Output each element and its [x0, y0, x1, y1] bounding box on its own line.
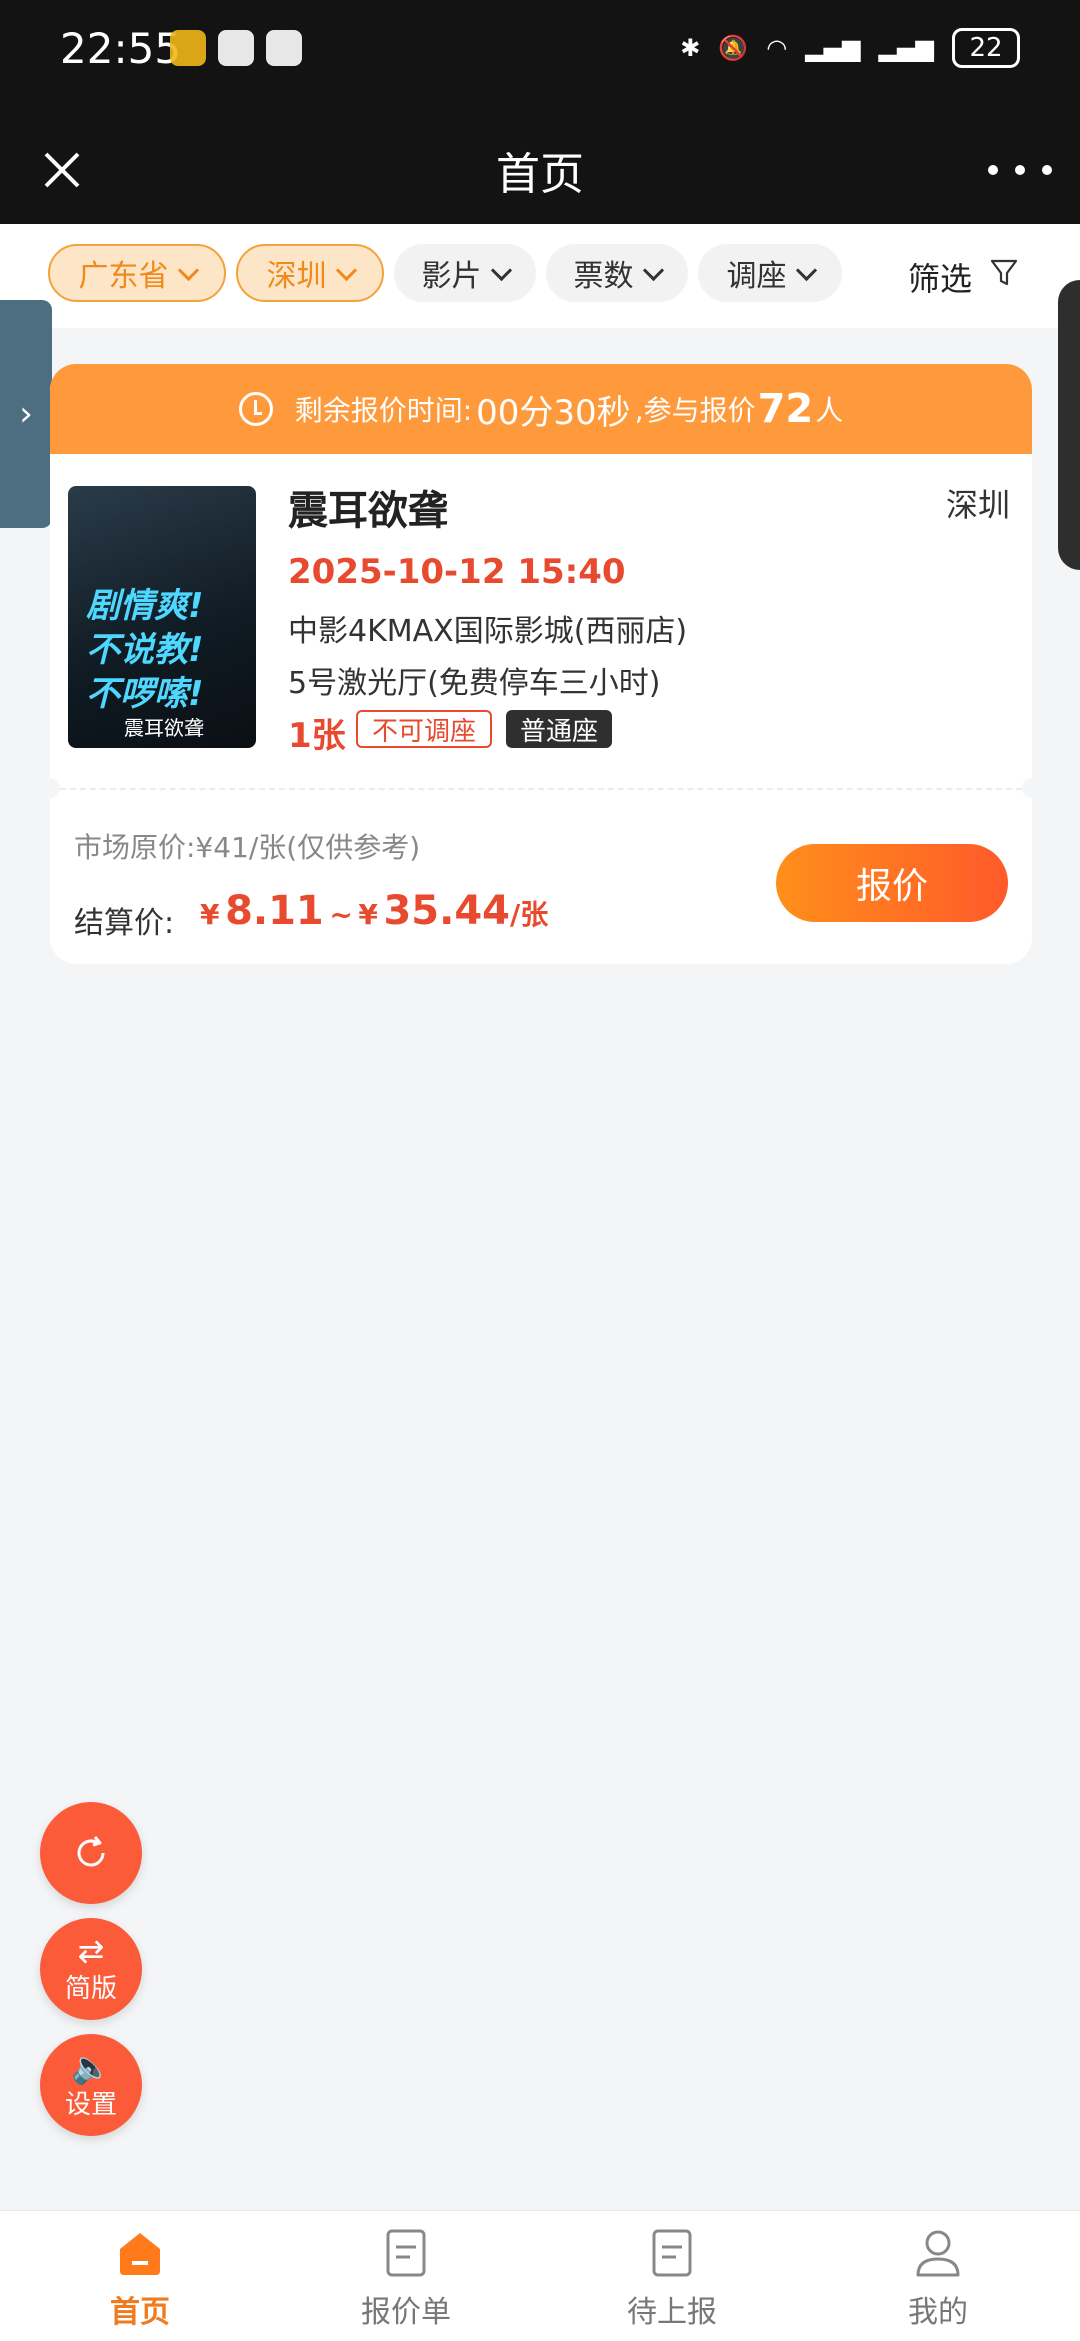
- nav-quotes[interactable]: 报价单: [306, 2227, 506, 2331]
- nav-mine[interactable]: 我的: [838, 2227, 1038, 2331]
- hall-name: 5号激光厅(免费停车三小时): [288, 666, 661, 701]
- chevron-down-icon: [795, 259, 817, 281]
- battery-icon: 22: [952, 28, 1020, 68]
- countdown-suffix: 人: [815, 394, 844, 427]
- quote-button[interactable]: 报价: [776, 844, 1008, 922]
- countdown-middle: ,参与报价: [634, 394, 756, 427]
- chevron-down-icon: [335, 259, 357, 281]
- cinema-name: 中影4KMAX国际影城(西丽店): [288, 614, 688, 649]
- movie-poster: 剧情爽! 不说教! 不啰嗦! 震耳欲聋: [68, 486, 256, 748]
- status-notification-icons: [170, 30, 302, 66]
- participant-count: 72: [757, 386, 814, 432]
- filter-city-label: 深圳: [266, 259, 327, 294]
- filter-movie-label: 影片: [421, 259, 482, 294]
- clock-icon: [238, 392, 273, 426]
- ticket-notch-right: [1022, 778, 1032, 798]
- countdown-prefix: 剩余报价时间:: [294, 394, 473, 427]
- show-datetime: 2025-10-12 15:40: [288, 552, 626, 592]
- filter-button[interactable]: 筛选: [908, 254, 972, 300]
- poster-line-3: 不啰嗦!: [86, 674, 204, 714]
- chevron-down-icon: [642, 259, 664, 281]
- app-notification-icon: [170, 30, 206, 66]
- right-edge-handle[interactable]: [1058, 280, 1080, 570]
- countdown-time: 00分30秒: [476, 392, 631, 433]
- no-seat-adjust-tag: 不可调座: [356, 710, 493, 748]
- nav-home[interactable]: 首页: [40, 2227, 240, 2331]
- filter-province[interactable]: 广东省: [48, 244, 226, 302]
- filter-city[interactable]: 深圳: [236, 244, 384, 302]
- filter-ticket-count-label: 票数: [573, 259, 634, 294]
- status-system-icons: ✱ 🔕 ◠ ▂▄▆ ▂▄▆ 22: [680, 28, 1020, 68]
- currency-symbol: ¥: [200, 898, 220, 931]
- filter-province-label: 广东省: [78, 259, 169, 294]
- ticket-notch-left: [50, 778, 60, 798]
- side-expand-tab[interactable]: ›: [0, 300, 52, 528]
- swap-icon: ⇄: [77, 1931, 105, 1970]
- bluetooth-icon: ✱: [680, 34, 701, 62]
- poster-line-2: 不说教!: [86, 630, 204, 670]
- filter-bar: 广东省 深圳 影片 票数 调座 筛选: [0, 224, 1080, 328]
- settle-max: 35.44: [383, 888, 510, 934]
- nav-home-label: 首页: [110, 2295, 170, 2330]
- settle-price-label: 结算价:: [74, 906, 175, 941]
- document-icon: [652, 2229, 692, 2277]
- filter-ticket-count[interactable]: 票数: [546, 244, 688, 302]
- chevron-right-icon: ›: [19, 394, 33, 434]
- mute-icon: 🔕: [718, 34, 749, 62]
- range-tilde: ~: [329, 898, 353, 931]
- title-bar: 首页: [0, 120, 1080, 224]
- currency-symbol: ¥: [358, 898, 378, 931]
- quote-card: 剩余报价时间: 00分30秒 ,参与报价 72 人 剧情爽! 不说教! 不啰嗦!…: [50, 364, 1032, 964]
- ticket-count: 1张: [288, 716, 346, 756]
- settle-price-range: ¥ 8.11 ~ ¥ 35.44/张: [200, 888, 548, 934]
- seat-type-tag: 普通座: [506, 710, 613, 748]
- settle-unit: /张: [509, 898, 549, 931]
- alarm-icon: [266, 30, 302, 66]
- nav-pending[interactable]: 待上报: [572, 2227, 772, 2331]
- document-icon: [386, 2229, 426, 2277]
- wifi-icon: ◠: [766, 34, 788, 62]
- nav-pending-label: 待上报: [627, 2295, 717, 2330]
- poster-tagline: 剧情爽! 不说教! 不啰嗦!: [86, 584, 204, 716]
- refresh-button[interactable]: [40, 1802, 142, 1904]
- filter-seat-adjust[interactable]: 调座: [698, 244, 842, 302]
- signal-4g-icon: ▂▄▆: [805, 34, 861, 62]
- poster-title: 震耳欲聋: [124, 716, 204, 740]
- page-title: 首页: [496, 149, 584, 200]
- speaker-icon: 🔈: [71, 2047, 111, 2086]
- movie-city: 深圳: [945, 486, 1010, 524]
- movie-title: 震耳欲聋: [288, 488, 448, 534]
- simple-mode-label: 简版: [64, 1973, 117, 2004]
- nav-quotes-label: 报价单: [361, 2295, 451, 2330]
- refresh-icon: [77, 1836, 105, 1867]
- funnel-icon[interactable]: [990, 258, 1018, 288]
- more-menu-icon[interactable]: [988, 146, 1052, 194]
- poster-line-1: 剧情爽!: [86, 586, 204, 626]
- signal-4g-icon-2: ▂▄▆: [878, 34, 934, 62]
- filter-movie[interactable]: 影片: [394, 244, 536, 302]
- market-price: 市场原价:¥41/张(仅供参考): [74, 831, 421, 864]
- chevron-down-icon: [177, 259, 199, 281]
- simple-mode-button[interactable]: ⇄ 简版: [40, 1918, 142, 2020]
- bottom-nav: 首页 报价单 待上报 我的: [0, 2210, 1080, 2341]
- settings-button[interactable]: 🔈 设置: [40, 2034, 142, 2136]
- nfc-icon: [218, 30, 254, 66]
- settle-min: 8.11: [225, 888, 324, 934]
- user-icon: [916, 2230, 960, 2277]
- top-bar: 22:55 ✱ 🔕 ◠ ▂▄▆ ▂▄▆ 22 首页: [0, 0, 1080, 224]
- chevron-down-icon: [490, 259, 512, 281]
- home-icon: [120, 2233, 160, 2275]
- status-time: 22:55: [60, 24, 182, 73]
- countdown-bar: 剩余报价时间: 00分30秒 ,参与报价 72 人: [50, 364, 1032, 454]
- divider: [50, 788, 1032, 790]
- filter-seat-adjust-label: 调座: [726, 259, 787, 294]
- settings-label: 设置: [64, 2089, 117, 2120]
- nav-mine-label: 我的: [908, 2295, 968, 2330]
